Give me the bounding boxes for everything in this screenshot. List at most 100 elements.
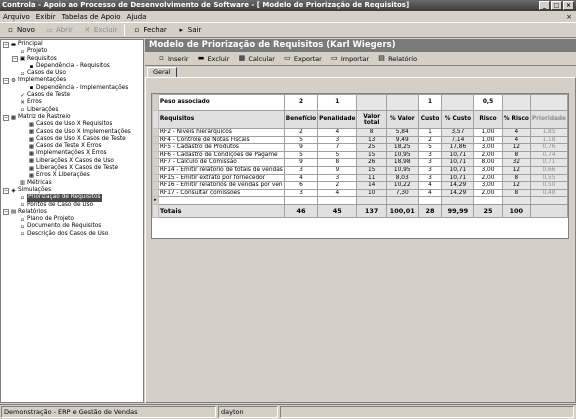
tree-item-pontos-de-caso-de-uso[interactable]: ▫ Pontos de Caso de Uso [1, 202, 143, 209]
table-cell[interactable]: 2 [283, 128, 319, 137]
table-row[interactable]: RF7 - Cálculo de Comissão 9 8 26 18,98 3 10,71… [152, 158, 568, 167]
tree-item-matriz-de-rastreio[interactable]: − ▦ Matriz de Rastreio [1, 114, 143, 121]
inserir-button[interactable]: ▫ Inserir [155, 54, 191, 63]
tree-item-principal[interactable]: − ▬ Principal [1, 41, 143, 48]
tree-item-dependencia-requisitos[interactable]: ▪ Dependência - Requisitos [1, 63, 143, 70]
table-cell[interactable]: 3,00 [473, 181, 503, 190]
table-cell[interactable]: 3 [283, 188, 319, 198]
tree-item-implementacoes-x-erros[interactable]: ▦ Implementações X Erros [1, 150, 143, 157]
table-cell[interactable]: RF16 - Emitir relatórios de vendas por v… [157, 181, 285, 190]
table-cell[interactable]: 2 [417, 135, 443, 145]
tree-item-liberacoes-x-casos-de-teste[interactable]: ▦ Liberações X Casos de Teste [1, 165, 143, 172]
column-header-2[interactable]: Penalidade [317, 110, 358, 129]
table-cell[interactable]: 3 [283, 165, 319, 175]
table-cell[interactable]: 3 [417, 150, 443, 160]
weight-custo-cell[interactable]: 1 [417, 94, 443, 111]
table-cell[interactable]: 2 [317, 181, 358, 190]
column-header-4[interactable]: % Valor [385, 110, 419, 129]
column-header-1[interactable]: Benefício [283, 110, 319, 129]
column-header-0[interactable]: Requisitos [157, 110, 285, 129]
table-row[interactable]: RF6 - Cadastro de Condições de Pagame 5 5 1… [152, 150, 568, 160]
excluir-button[interactable]: ✕ Excluir [79, 24, 122, 37]
new-row-cell[interactable] [529, 196, 568, 205]
table-cell[interactable]: 3 [417, 165, 443, 175]
tab-geral[interactable]: Geral [147, 67, 177, 77]
table-cell[interactable]: 5 [317, 150, 358, 160]
table-cell[interactable]: 8 [317, 158, 358, 167]
tree-item-casos-de-teste-x-erros[interactable]: ▦ Casos de Teste X Erros [1, 143, 143, 150]
table-cell[interactable]: 4 [283, 173, 319, 183]
new-row-cell[interactable] [417, 196, 443, 205]
collapse-icon[interactable]: − [12, 56, 18, 63]
tree-item-casos-de-teste[interactable]: ✓ Casos de Teste [1, 92, 143, 99]
menu-tabelas-de-apoio[interactable]: Tabelas de Apoio [62, 13, 121, 21]
table-cell[interactable]: 4 [417, 181, 443, 190]
tree-item-casos-de-uso-x-implementacoes[interactable]: ▦ Casos de Uso X Implementações [1, 129, 143, 136]
tree-item-implementacoes[interactable]: − ⚙ Implementações [1, 77, 143, 85]
table-cell[interactable]: 5 [283, 150, 319, 160]
maximize-button[interactable]: □ [551, 1, 562, 10]
tree-item-dependencia-implementacoes[interactable]: ▪ Dependência - Implementações [1, 85, 143, 92]
tree-item-casos-de-uso-x-requisitos[interactable]: ▦ Casos de Uso X Requisitos [1, 121, 143, 128]
weight-penalidade-cell[interactable]: 1 [317, 94, 358, 111]
table-cell[interactable]: RF5 - Cadastro de Produtos [157, 143, 285, 152]
sair-button[interactable]: ▸ Sair [173, 24, 206, 37]
tree-item-casos-de-uso-x-casos-de-teste[interactable]: ▦ Casos de Uso X Casos de Teste [1, 136, 143, 143]
weight-beneficio-cell[interactable]: 2 [283, 94, 319, 111]
new-row-cell[interactable] [356, 196, 387, 205]
new-row-cell[interactable] [473, 196, 503, 205]
new-row-cell[interactable] [317, 196, 358, 205]
tree-item-liberacoes-x-casos-de-uso[interactable]: ▦ Liberações X Casos de Uso [1, 158, 143, 165]
fechar-button[interactable]: ▫ Fechar [128, 24, 170, 37]
new-row[interactable]: ▸ [152, 196, 568, 205]
column-header-3[interactable]: Valor total [356, 110, 387, 129]
collapse-icon[interactable]: − [3, 114, 9, 121]
tree-item-projeto[interactable]: ▫ Projeto [1, 48, 143, 55]
new-row-cell[interactable] [385, 196, 419, 205]
tree-item-requisitos[interactable]: − ▣ Requisitos [1, 56, 143, 63]
table-cell[interactable]: 4 [317, 128, 358, 137]
table-cell[interactable]: 2,00 [473, 173, 503, 183]
table-cell[interactable]: 3 [317, 135, 358, 145]
table-cell[interactable]: 1,00 [473, 128, 503, 137]
abrir-button[interactable]: ▭ Abrir [41, 24, 77, 37]
column-header-9[interactable]: Prioridade [529, 110, 568, 129]
calcular-button[interactable]: ▦ Calcular [235, 54, 276, 63]
novo-button[interactable]: ▫ Novo [2, 24, 39, 37]
column-header-6[interactable]: % Custo [441, 110, 475, 129]
new-row-cell[interactable] [157, 196, 285, 205]
tree-item-relatorios[interactable]: − ▤ Relatórios [1, 209, 143, 216]
table-cell[interactable]: 3,00 [473, 165, 503, 175]
tree-item-simulacoes[interactable]: − ◈ Simulações [1, 187, 143, 194]
table-row[interactable]: RF5 - Cadastro de Produtos 9 7 25 18,25 5 17,8… [152, 143, 568, 152]
table-cell[interactable]: 1,00 [473, 135, 503, 145]
table-cell[interactable]: 3,00 [473, 143, 503, 152]
importar-button[interactable]: ▭ Importar [328, 54, 371, 63]
tree-item-priorizacao-de-requisitos[interactable]: ▫ Priorização de Requisitos [1, 194, 143, 202]
exportar-button[interactable]: ▭ Exportar [281, 54, 324, 63]
table-row[interactable]: RF15 - Emitir extrato por fornecedor 4 3 11… [152, 173, 568, 183]
table-cell[interactable]: 1 [417, 128, 443, 137]
new-row-cell[interactable] [501, 196, 531, 205]
collapse-icon[interactable]: − [3, 41, 9, 48]
table-cell[interactable]: 3 [417, 158, 443, 167]
close-child-window-button[interactable]: × [566, 13, 572, 21]
table-cell[interactable]: 9 [283, 143, 319, 152]
relatorio-button[interactable]: ▤ Relatório [375, 54, 419, 63]
table-cell[interactable]: 7 [317, 143, 358, 152]
tree-item-metricas[interactable]: ▥ Métricas [1, 180, 143, 187]
collapse-icon[interactable]: − [3, 78, 9, 85]
table-cell[interactable]: RF4 - Controle de Notas Fiscais [157, 135, 285, 145]
table-row[interactable]: RF16 - Emitir relatórios de vendas por v… [152, 181, 568, 190]
tree-item-documento-de-requisitos[interactable]: ▫ Documento de Requisitos [1, 223, 143, 230]
close-window-button[interactable]: × [563, 1, 574, 10]
table-row[interactable]: RF17 - Consultar comissões 3 4 10 7,30 4 14,29… [152, 188, 568, 198]
tree-item-erros[interactable]: ✕ Erros [1, 99, 143, 106]
table-cell[interactable]: 3 [417, 173, 443, 183]
table-cell[interactable]: 5 [417, 143, 443, 152]
excluir-button[interactable]: ▬ Excluir [195, 54, 232, 63]
table-cell[interactable]: 2,00 [473, 150, 503, 160]
table-cell[interactable]: RF17 - Consultar comissões [157, 188, 285, 198]
table-row[interactable]: RF2 - Níveis hierárquicos 2 4 8 5,84 1 3,57 1,0… [152, 128, 568, 137]
tree-item-erros-x-liberacoes[interactable]: ▦ Erros X Liberações [1, 172, 143, 179]
